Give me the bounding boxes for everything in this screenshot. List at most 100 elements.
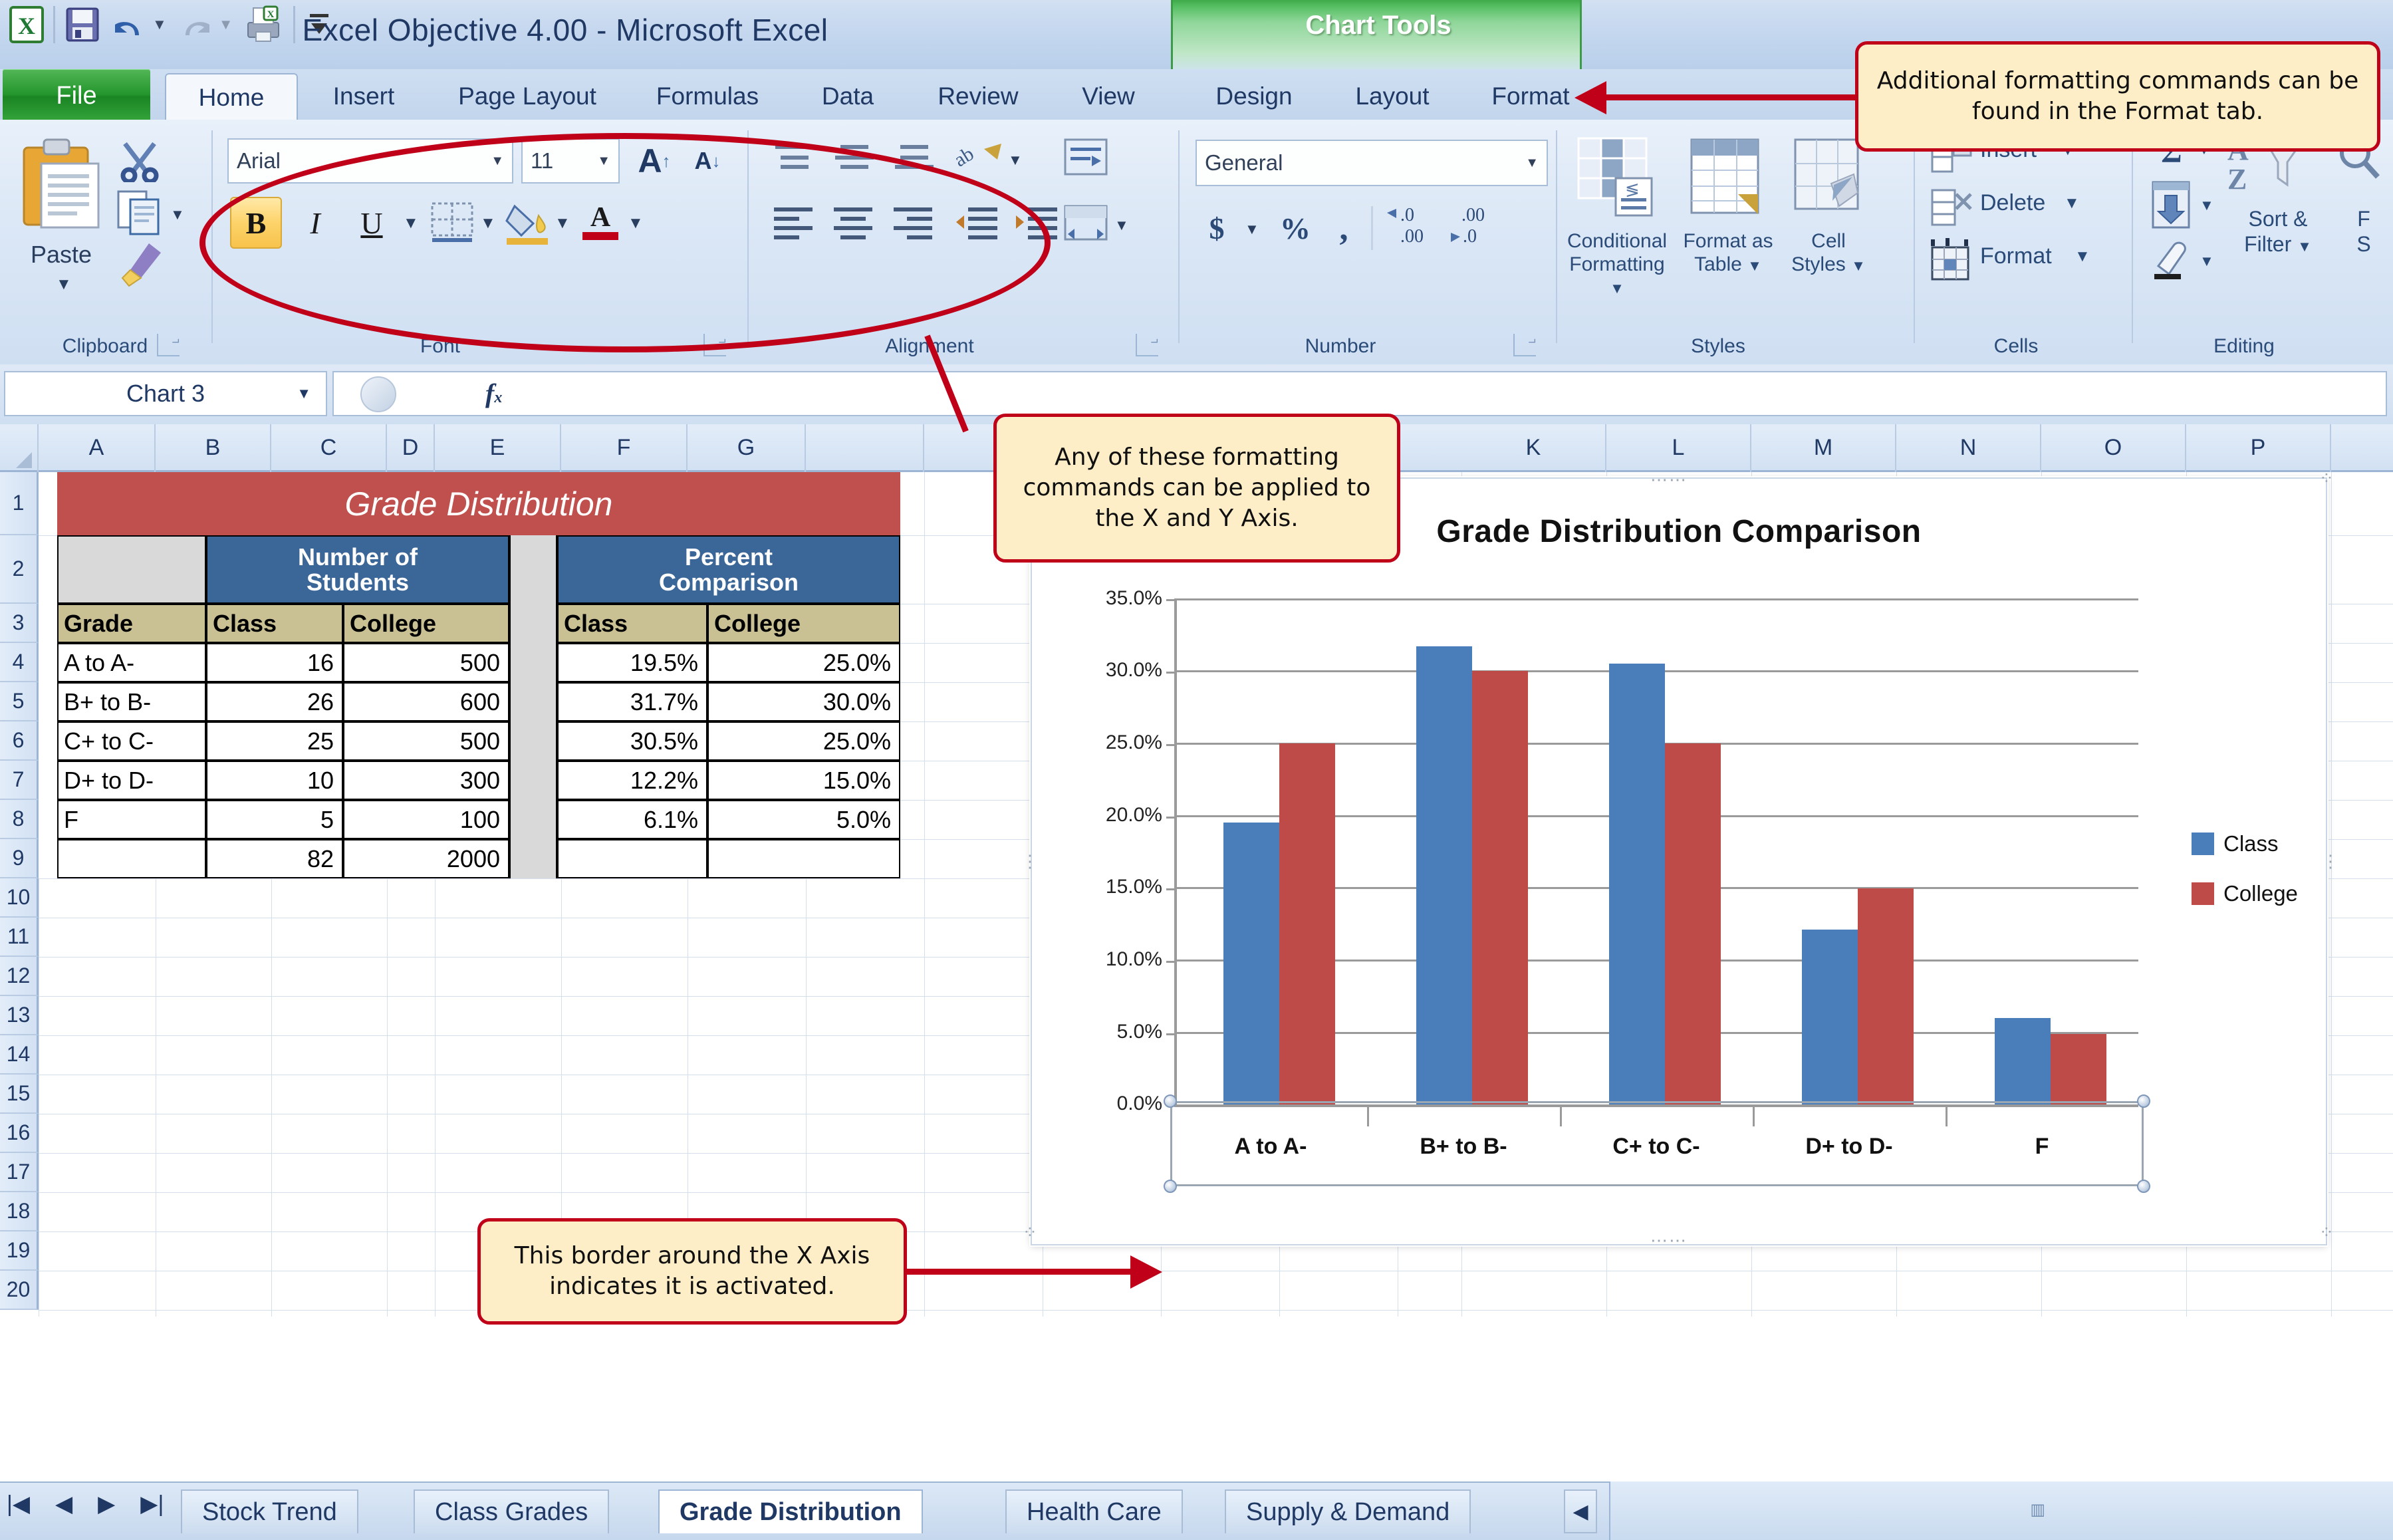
format-painter-icon[interactable] (114, 239, 168, 289)
clear-eraser-icon[interactable] (2148, 237, 2194, 285)
tab-data[interactable]: Data (791, 73, 904, 121)
chart-handle-right[interactable]: ⋮ (2322, 851, 2340, 872)
bar-college-c[interactable] (1665, 743, 1721, 1106)
row-header-6[interactable]: 6 (0, 721, 39, 761)
table-row[interactable]: C+ to C- (57, 721, 206, 761)
copy-dropdown-caret[interactable]: ▼ (170, 206, 185, 223)
bar-class-b[interactable] (1416, 646, 1472, 1106)
cell-styles-icon[interactable] (1793, 137, 1862, 223)
table-row[interactable]: 30.5% (557, 721, 707, 761)
chart-object[interactable]: Grade Distribution Comparison 35.0% 30.0… (1021, 468, 2339, 1250)
column-header-F[interactable]: F (561, 424, 688, 472)
scissors-icon[interactable] (117, 138, 164, 182)
selection-handle[interactable] (2137, 1094, 2150, 1108)
comma-style-icon[interactable]: , (1326, 205, 1362, 251)
sort-filter-caret[interactable]: ▼ (2297, 238, 2312, 255)
row-header-8[interactable]: 8 (0, 800, 39, 839)
wrap-text-icon[interactable] (1063, 137, 1110, 178)
delete-cells-label[interactable]: Delete (1980, 190, 2045, 216)
worksheet-title-cell[interactable]: Grade Distribution (57, 472, 900, 535)
row-header-18[interactable]: 18 (0, 1192, 39, 1231)
group-header-number-of-students[interactable]: Number of Students (206, 535, 509, 604)
tab-chart-layout[interactable]: Layout (1326, 73, 1459, 121)
y-axis-line[interactable] (1174, 598, 1177, 1106)
paste-dropdown-caret[interactable]: ▼ (56, 275, 72, 294)
formula-input[interactable]: fx (332, 371, 2387, 416)
column-header-Q[interactable] (2331, 424, 2393, 472)
conditional-formatting-icon[interactable]: ≶ (1577, 137, 1657, 223)
currency-icon[interactable]: $ (1196, 205, 1238, 251)
tab-view[interactable]: View (1052, 73, 1165, 121)
cell-styles-caret[interactable]: ▼ (1851, 257, 1866, 274)
row-header-10[interactable]: 10 (0, 878, 39, 918)
column-header-college-count[interactable]: College (343, 604, 509, 643)
alignment-dialog-launcher[interactable] (1136, 334, 1158, 356)
column-header-grade[interactable]: Grade (57, 604, 206, 643)
previous-sheet-icon[interactable]: ◀ (55, 1491, 72, 1517)
next-sheet-icon[interactable]: ▶ (98, 1491, 115, 1517)
chart-handle-top[interactable]: ⋯⋯ (1650, 469, 1688, 490)
find-select-label-line2[interactable]: S (2356, 232, 2370, 256)
chart-handle-left[interactable]: ⋮ (1021, 851, 1040, 872)
format-as-table-icon[interactable] (1689, 137, 1762, 223)
fill-down-icon[interactable] (2149, 180, 2193, 231)
column-header-class-pct[interactable]: Class (557, 604, 707, 643)
table-row[interactable]: 25 (206, 721, 343, 761)
tab-file[interactable]: File (3, 69, 150, 122)
text-orientation-icon[interactable]: ab (953, 137, 1005, 181)
merge-and-center-icon[interactable] (1063, 202, 1113, 243)
tab-insert[interactable]: Insert (301, 73, 427, 121)
table-row[interactable]: 100 (343, 800, 509, 839)
row-header-17[interactable]: 17 (0, 1153, 39, 1192)
chart-handle-top-right[interactable]: ⁘ (2319, 468, 2335, 489)
table-row[interactable]: 25.0% (707, 643, 900, 682)
sheet-tab-supply-demand[interactable]: Supply & Demand (1225, 1489, 1471, 1533)
number-format-combo[interactable]: General ▼ (1196, 140, 1548, 186)
decrease-decimal-icon[interactable]: .00 .0 (1447, 203, 1504, 251)
chevron-down-icon[interactable]: ▼ (1525, 156, 1539, 171)
column-header-H[interactable] (806, 424, 924, 472)
tab-review[interactable]: Review (908, 73, 1048, 121)
chart-handle-bottom-right[interactable]: ⁘ (2319, 1222, 2335, 1243)
sheet-tab-class-grades[interactable]: Class Grades (414, 1489, 610, 1533)
totals-row[interactable] (557, 839, 707, 878)
insert-function-icon[interactable]: fx (485, 378, 502, 409)
chart-handle-bottom-left[interactable]: ⁘ (1023, 1222, 1039, 1243)
selection-handle[interactable] (1164, 1094, 1177, 1108)
column-header-K[interactable]: K (1461, 424, 1606, 472)
bar-college-a[interactable] (1279, 743, 1335, 1106)
table-row[interactable]: 500 (343, 643, 509, 682)
increase-decimal-icon[interactable]: .0 .00 (1384, 203, 1442, 251)
chevron-down-icon[interactable]: ▼ (297, 385, 311, 402)
totals-row[interactable] (57, 839, 206, 878)
selection-handle[interactable] (1164, 1180, 1177, 1193)
table-row[interactable]: 5.0% (707, 800, 900, 839)
column-header-college-pct[interactable]: College (707, 604, 900, 643)
group-header-percent-comparison[interactable]: Percent Comparison (557, 535, 900, 604)
row-header-1[interactable]: 1 (0, 472, 39, 535)
conditional-formatting-caret[interactable]: ▼ (1610, 280, 1624, 297)
row-header-3[interactable]: 3 (0, 604, 39, 643)
table-row[interactable]: 300 (343, 761, 509, 800)
cell-styles-label-line1[interactable]: Cell (1811, 230, 1846, 252)
first-sheet-icon[interactable]: |◀ (7, 1491, 30, 1517)
blank-header-cell[interactable] (57, 535, 206, 604)
sheet-tab-health-care[interactable]: Health Care (1005, 1489, 1183, 1533)
delete-cells-caret[interactable]: ▼ (2064, 194, 2080, 213)
row-header-20[interactable]: 20 (0, 1271, 39, 1310)
column-header-D[interactable]: D (387, 424, 435, 472)
clipboard-dialog-launcher[interactable] (157, 334, 180, 356)
tab-chart-design[interactable]: Design (1188, 73, 1321, 121)
table-row[interactable]: F (57, 800, 206, 839)
sheet-scroll-left-icon[interactable]: ◀ (1564, 1489, 1597, 1533)
table-row[interactable]: 15.0% (707, 761, 900, 800)
row-header-7[interactable]: 7 (0, 761, 39, 800)
row-header-12[interactable]: 12 (0, 957, 39, 996)
column-header-E[interactable]: E (435, 424, 561, 472)
table-row[interactable]: 5 (206, 800, 343, 839)
row-header-19[interactable]: 19 (0, 1231, 39, 1271)
row-header-15[interactable]: 15 (0, 1075, 39, 1114)
table-row[interactable]: 6.1% (557, 800, 707, 839)
bar-college-f[interactable] (2051, 1034, 2106, 1106)
chart-handle-bottom[interactable]: ⋯⋯ (1650, 1230, 1688, 1251)
